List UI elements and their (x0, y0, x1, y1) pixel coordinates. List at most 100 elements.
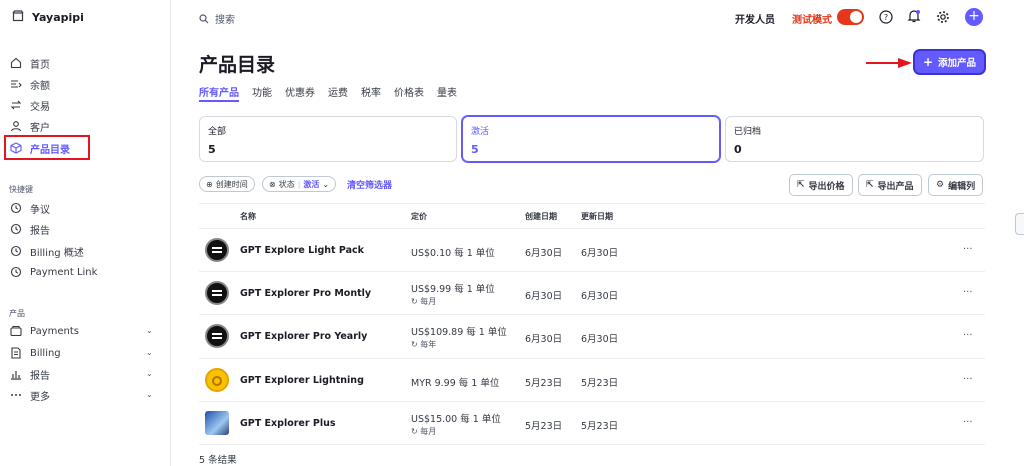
product-image (205, 411, 229, 435)
sidebar-item-transactions[interactable]: 交易 (10, 96, 50, 114)
billing-interval: ↻ 每月 (411, 296, 436, 307)
account-switcher[interactable]: Yayapipi (12, 10, 84, 25)
row-more-icon[interactable]: ··· (963, 330, 973, 341)
sidebar-item-reports-product[interactable]: 报告 (10, 365, 50, 383)
chevron-down-icon[interactable]: ⌄ (146, 326, 153, 335)
arrows-swap-icon (10, 100, 22, 110)
tab-meters[interactable]: 量表 (437, 84, 457, 99)
sidebar-item-label: 交易 (30, 101, 50, 113)
table-row[interactable]: GPT Explorer Pro Montly US$9.99 每 1 单位 ↻… (199, 271, 985, 314)
create-plus-icon[interactable]: + (965, 8, 983, 26)
edit-columns-button[interactable]: ⚙ 编辑列 (928, 174, 984, 196)
created-filter-pill[interactable]: ⊕ 创建时间 (199, 176, 255, 192)
sidebar-item-billing[interactable]: Billing (10, 344, 61, 362)
tab-all-products[interactable]: 所有产品 (199, 84, 239, 99)
bar-chart-icon (11, 371, 21, 380)
search-input[interactable]: 搜索 (215, 11, 235, 26)
row-more-icon[interactable]: ··· (963, 417, 973, 428)
updated-date: 6月30日 (581, 248, 619, 259)
created-date: 5月23日 (525, 421, 563, 432)
sidebar-item-label: Billing (30, 347, 61, 359)
clock-icon (10, 266, 22, 278)
product-name[interactable]: GPT Explorer Lightning (240, 375, 364, 386)
add-circle-icon: ⊕ (206, 179, 213, 189)
product-name[interactable]: GPT Explorer Pro Yearly (240, 331, 367, 342)
sidebar-item-disputes[interactable]: 争议 (10, 199, 50, 217)
row-more-icon[interactable]: ··· (963, 287, 973, 298)
sidebar-item-payments[interactable]: Payments (10, 322, 79, 340)
export-prices-label: 导出价格 (808, 181, 845, 192)
column-header-updated[interactable]: 更新日期 (581, 211, 613, 222)
sidebar-item-billing-overview[interactable]: Billing 概述 (10, 242, 84, 260)
billing-interval: ↻ 每年 (411, 339, 436, 350)
sidebar-item-payment-link[interactable]: Payment Link (10, 263, 97, 281)
billing-interval-label: 每月 (420, 297, 437, 306)
filter-card-active[interactable]: 激活 5 (462, 116, 720, 162)
export-products-button[interactable]: ⇱ 导出产品 (858, 174, 922, 196)
tab-bar: 所有产品 功能 优惠券 运费 税率 价格表 量表 (199, 84, 457, 99)
sidebar-item-home[interactable]: 首页 (10, 54, 50, 72)
table-row[interactable]: GPT Explore Light Pack US$0.10 每 1 单位 6月… (199, 228, 985, 271)
product-price: US$15.00 每 1 单位 (411, 414, 501, 425)
store-icon (12, 10, 24, 25)
help-icon[interactable]: ? (879, 10, 893, 24)
status-filter-pill[interactable]: ⊗ 状态 | 激活 ⌄ (262, 176, 337, 192)
tab-shipping[interactable]: 运费 (328, 84, 348, 99)
row-more-icon[interactable]: ··· (963, 244, 973, 255)
clear-filters-link[interactable]: 清空筛选器 (347, 178, 392, 191)
search-bar[interactable]: 搜索 (199, 11, 235, 26)
status-filter-value: 激活 (303, 179, 320, 189)
sidebar-item-balance[interactable]: 余额 (10, 75, 50, 93)
developers-link[interactable]: 开发人员 (735, 11, 775, 26)
sidebar-item-more[interactable]: 更多 (10, 386, 50, 404)
sidebar-item-reports[interactable]: 报告 (10, 220, 50, 238)
plus-icon: + (922, 55, 934, 69)
search-icon (199, 13, 209, 23)
product-image (205, 368, 229, 392)
column-header-created[interactable]: 创建日期 (525, 211, 557, 222)
tab-price-tables[interactable]: 价格表 (394, 84, 424, 99)
page-title: 产品目录 (199, 54, 276, 76)
sidebar-item-label: 报告 (30, 225, 50, 237)
sidebar-item-customers[interactable]: 客户 (10, 117, 50, 135)
table-row[interactable]: GPT Explorer Pro Yearly US$109.89 每 1 单位… (199, 314, 985, 357)
product-name[interactable]: GPT Explorer Plus (240, 418, 336, 429)
tab-coupons[interactable]: 优惠券 (285, 84, 315, 99)
card-label: 激活 (471, 127, 490, 137)
test-mode-toggle[interactable] (837, 9, 864, 25)
product-image (205, 238, 229, 262)
add-product-label: 添加产品 (938, 58, 977, 69)
wallet-icon (10, 325, 22, 337)
add-product-button[interactable]: + 添加产品 (915, 51, 984, 73)
side-panel-handle[interactable] (1015, 213, 1024, 235)
export-prices-button[interactable]: ⇱ 导出价格 (789, 174, 853, 196)
billing-interval-label: 每月 (420, 427, 437, 436)
chevron-down-icon[interactable]: ⌄ (146, 369, 153, 378)
bell-icon[interactable] (907, 9, 921, 24)
gear-icon: ⚙ (936, 180, 945, 190)
card-count: 0 (734, 143, 742, 156)
product-name[interactable]: GPT Explorer Pro Montly (240, 288, 371, 299)
column-header-name[interactable]: 名称 (240, 211, 256, 222)
invoice-icon (11, 347, 21, 359)
column-header-price[interactable]: 定价 (411, 211, 427, 222)
table-top-divider (199, 203, 985, 204)
product-name[interactable]: GPT Explore Light Pack (240, 245, 364, 256)
chevron-down-icon[interactable]: ⌄ (146, 390, 153, 399)
status-filter-label: 状态 (278, 179, 295, 189)
gear-icon[interactable] (936, 10, 950, 24)
export-icon: ⇱ (797, 180, 805, 190)
tab-tax-rates[interactable]: 税率 (361, 84, 381, 99)
filter-card-archived[interactable]: 已归档 0 (725, 116, 984, 162)
tab-features[interactable]: 功能 (252, 84, 272, 99)
card-count: 5 (208, 143, 216, 156)
card-count: 5 (471, 143, 479, 156)
table-row[interactable]: GPT Explorer Plus US$15.00 每 1 单位 ↻ 每月 5… (199, 401, 985, 444)
recurring-icon: ↻ (411, 340, 421, 349)
table-row[interactable]: GPT Explorer Lightning MYR 9.99 每 1 单位 5… (199, 358, 985, 401)
filter-card-all[interactable]: 全部 5 (199, 116, 457, 162)
clock-icon (10, 223, 22, 235)
row-more-icon[interactable]: ··· (963, 374, 973, 385)
chevron-down-icon[interactable]: ⌄ (146, 348, 153, 357)
sidebar-item-label: 余额 (30, 80, 50, 92)
